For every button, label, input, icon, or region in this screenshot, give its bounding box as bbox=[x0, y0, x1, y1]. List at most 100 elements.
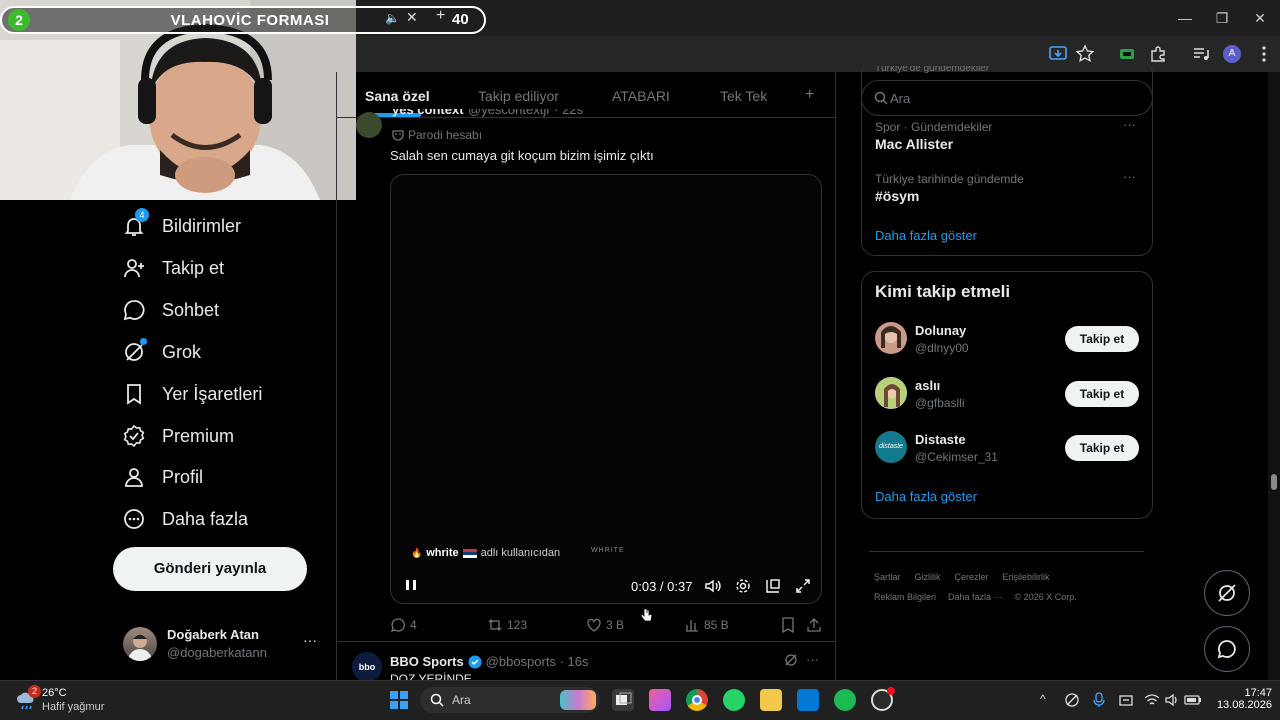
search-input[interactable]: Ara bbox=[890, 91, 910, 106]
overlay-add-icon[interactable]: + bbox=[436, 7, 445, 25]
post2-author[interactable]: BBO Sports bbox=[390, 654, 464, 669]
nav-chat[interactable]: Sohbet bbox=[118, 292, 338, 328]
trend-item[interactable]: Türkiye tarihinde gündemde #ösym ··· bbox=[861, 169, 1153, 217]
media-control-icon[interactable] bbox=[1191, 44, 1211, 64]
nav-more[interactable]: Daha fazla bbox=[118, 501, 338, 537]
follow-button[interactable]: Takip et bbox=[1065, 326, 1139, 352]
bookmark-button[interactable] bbox=[781, 617, 795, 633]
weather-widget[interactable]: 2 26°C Hafif yağmur bbox=[12, 685, 112, 716]
account-switcher[interactable]: Doğaberk Atan @dogaberkatann ··· bbox=[113, 620, 335, 666]
task-view-icon[interactable] bbox=[612, 689, 634, 711]
credit-icon: 🔥 bbox=[411, 547, 423, 558]
messages-fab[interactable] bbox=[1204, 626, 1250, 672]
browser-menu-icon[interactable] bbox=[1254, 44, 1274, 64]
start-button[interactable] bbox=[389, 690, 409, 710]
nav-label: Bildirimler bbox=[162, 215, 242, 236]
taskbar-search-input[interactable]: Ara bbox=[452, 693, 471, 707]
reply-button[interactable]: 4 bbox=[390, 617, 417, 633]
footer-link[interactable]: Erişilebilirlik bbox=[1003, 572, 1050, 582]
account-more-icon[interactable]: ··· bbox=[303, 632, 317, 648]
wifi-icon[interactable] bbox=[1144, 692, 1160, 708]
follow-suggestion[interactable]: aslıı @gfbaslli Takip et bbox=[861, 375, 1153, 415]
post-avatar[interactable] bbox=[356, 112, 382, 138]
taskbar-search[interactable]: Ara bbox=[420, 687, 600, 713]
tab-for-you[interactable]: Sana özel bbox=[365, 88, 430, 104]
tab-atabari[interactable]: ATABARI bbox=[612, 88, 670, 104]
game-app-icon[interactable] bbox=[871, 687, 895, 711]
pause-icon[interactable] bbox=[403, 577, 419, 593]
search-box[interactable]: Ara bbox=[861, 80, 1153, 116]
volume-icon[interactable] bbox=[704, 577, 722, 595]
speaker-icon[interactable] bbox=[1164, 692, 1180, 708]
post-divider bbox=[337, 641, 835, 642]
nav-label: Daha fazla bbox=[162, 508, 249, 529]
follow-button[interactable]: Takip et bbox=[1065, 435, 1139, 461]
nav-grok[interactable]: Grok bbox=[118, 334, 338, 370]
follow-suggestion[interactable]: Dolunay @dlnyy00 Takip et bbox=[861, 320, 1153, 360]
follow-suggestion[interactable]: distaste Distaste @Cekimser_31 Takip et bbox=[861, 429, 1153, 469]
scrollbar-thumb[interactable] bbox=[1271, 474, 1277, 490]
restore-button[interactable]: ❐ bbox=[1207, 6, 1237, 30]
footer-link[interactable]: Daha fazla ··· bbox=[948, 592, 1003, 602]
nav-bookmarks[interactable]: Yer İşaretleri bbox=[118, 376, 338, 412]
footer-link[interactable]: Reklam Bilgileri bbox=[874, 592, 936, 602]
trend-item[interactable]: Spor · Gündemdekiler Mac Allister ··· bbox=[861, 117, 1153, 165]
trend-more-icon[interactable]: ··· bbox=[1123, 117, 1136, 132]
suggestion-name: aslıı bbox=[915, 378, 941, 393]
footer-link[interactable]: Gizlilik bbox=[915, 572, 941, 582]
video-watermark: WHRITE bbox=[591, 547, 625, 554]
battery-icon[interactable] bbox=[1184, 692, 1202, 708]
avatar bbox=[875, 377, 907, 409]
post-author[interactable]: yes context bbox=[392, 109, 464, 117]
file-explorer-icon[interactable] bbox=[760, 689, 782, 711]
views-button[interactable]: 85 B bbox=[684, 617, 729, 633]
tab-tek-tek[interactable]: Tek Tek bbox=[720, 88, 767, 104]
nav-premium[interactable]: Premium bbox=[118, 418, 338, 454]
repost-button[interactable]: 123 bbox=[487, 617, 527, 633]
trends-show-more-link[interactable]: Daha fazla göster bbox=[875, 228, 977, 243]
share-button[interactable] bbox=[806, 617, 822, 633]
video-player[interactable]: 🔥 whrite adlı kullanıcıdan WHRITE 0:03 /… bbox=[390, 174, 822, 604]
nav-profile[interactable]: Profil bbox=[118, 459, 338, 495]
bbo-avatar[interactable]: bbo bbox=[352, 652, 382, 682]
follow-button[interactable]: Takip et bbox=[1065, 381, 1139, 407]
search-highlight-image bbox=[560, 690, 596, 710]
picture-in-picture-icon[interactable] bbox=[764, 577, 782, 595]
window-close-button[interactable]: ✕ bbox=[1245, 6, 1275, 30]
nav-follow[interactable]: Takip et bbox=[118, 250, 338, 286]
who-show-more-link[interactable]: Daha fazla göster bbox=[875, 489, 977, 504]
overlay-title: VLAHOVİC FORMASI bbox=[170, 12, 330, 29]
like-button[interactable]: 3 B bbox=[586, 617, 624, 633]
whatsapp-icon[interactable] bbox=[723, 689, 745, 711]
grok-fab[interactable] bbox=[1204, 570, 1250, 616]
spotify-icon[interactable] bbox=[834, 689, 856, 711]
tab-following[interactable]: Takip ediliyor bbox=[478, 88, 559, 104]
nav-notifications[interactable]: 4 Bildirimler bbox=[118, 208, 338, 244]
add-tab-button[interactable]: + bbox=[805, 86, 814, 104]
minimize-button[interactable]: — bbox=[1170, 6, 1200, 30]
grok-icon bbox=[118, 336, 150, 368]
post-button[interactable]: Gönderi yayınla bbox=[113, 547, 307, 591]
post2-more-icon[interactable]: ··· bbox=[806, 652, 819, 667]
copilot-icon[interactable] bbox=[649, 689, 671, 711]
profile-avatar[interactable]: A bbox=[1223, 45, 1241, 63]
tray-chevron-icon[interactable]: ^ bbox=[1040, 692, 1046, 706]
chrome-icon[interactable] bbox=[686, 689, 708, 711]
network-badge-icon[interactable] bbox=[1118, 692, 1134, 708]
clock[interactable]: 17:47 13.08.2026 bbox=[1208, 687, 1272, 711]
footer-link[interactable]: Şartlar bbox=[874, 572, 901, 582]
page-scrollbar[interactable] bbox=[1268, 72, 1280, 680]
heart-icon bbox=[586, 617, 602, 633]
footer-link[interactable]: Çerezler bbox=[955, 572, 989, 582]
chat-bubble-icon bbox=[118, 294, 150, 326]
grok-explain-icon[interactable] bbox=[784, 653, 798, 667]
microphone-icon[interactable] bbox=[1092, 692, 1106, 708]
no-location-icon[interactable] bbox=[1064, 692, 1080, 708]
settings-gear-icon[interactable] bbox=[734, 577, 752, 595]
fullscreen-icon[interactable] bbox=[794, 577, 812, 595]
trend-more-icon[interactable]: ··· bbox=[1123, 169, 1136, 184]
microsoft-store-icon[interactable] bbox=[797, 689, 819, 711]
extensions-puzzle-icon[interactable] bbox=[1148, 44, 1168, 64]
overlay-close-icon[interactable]: ✕ bbox=[406, 9, 418, 26]
post-handle: @yescontextjr · 22s bbox=[468, 109, 584, 117]
